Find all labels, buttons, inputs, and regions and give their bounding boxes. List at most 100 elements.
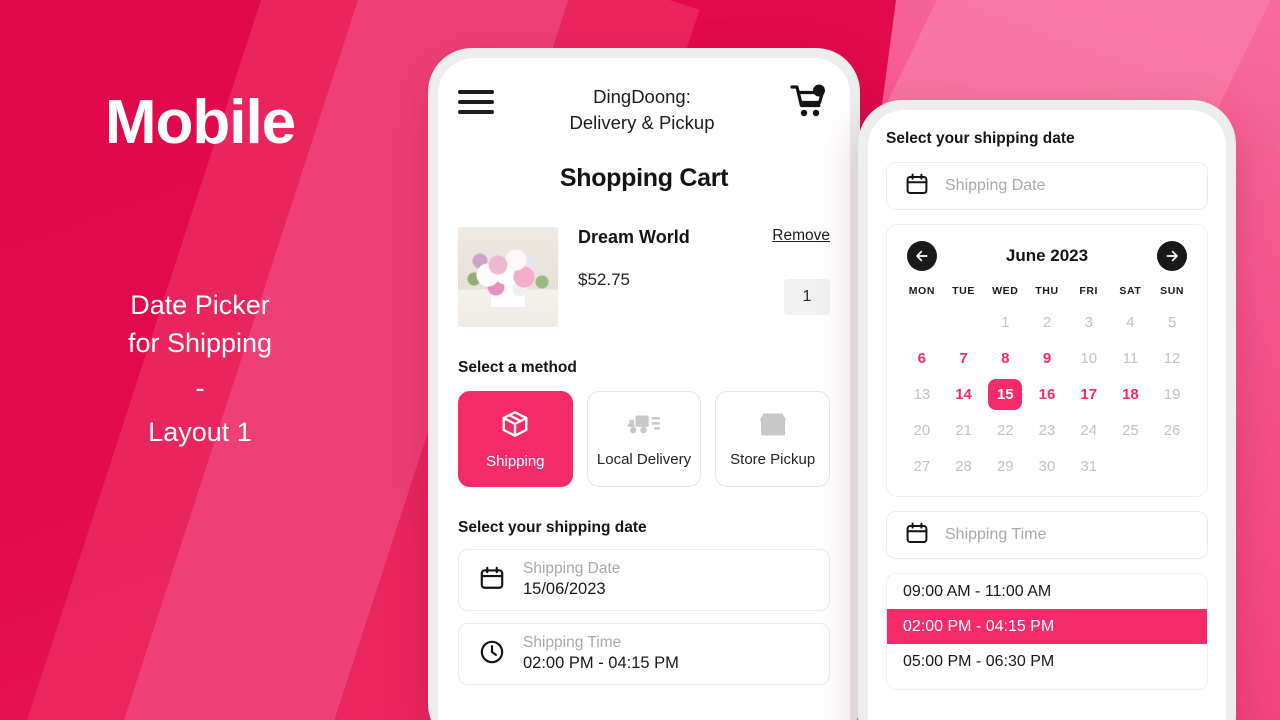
calendar-day-5: 5	[1167, 314, 1177, 331]
promo-subtitle-line-1: Date Picker	[130, 290, 270, 320]
shipping-time-placeholder: Shipping Time	[523, 634, 622, 652]
datepicker-time-field[interactable]: Shipping Time	[886, 511, 1208, 559]
calendar-day-8[interactable]: 8	[984, 343, 1026, 374]
calendar-weekday-thu: THU	[1035, 285, 1059, 297]
shipping-date-value: 15/06/2023	[523, 580, 606, 599]
datepicker-date-placeholder: Shipping Date	[945, 177, 1046, 194]
hamburger-icon[interactable]	[458, 80, 494, 120]
calendar-day-27: 27	[913, 458, 931, 475]
promo-panel: Mobile Date Picker for Shipping - Layout…	[0, 0, 400, 720]
shopping-cart-icon[interactable]	[790, 80, 830, 123]
calendar-day-3: 3	[1084, 314, 1093, 331]
phone-mockup-datepicker: Select your shipping date Shipping Date …	[858, 100, 1236, 720]
calendar-day-30: 30	[1038, 458, 1056, 475]
page-title: Shopping Cart	[559, 164, 729, 192]
product-name: Dream World	[578, 227, 690, 247]
remove-item-link[interactable]: Remove	[772, 227, 830, 244]
time-slot-list: 09:00 AM - 11:00 AM 02:00 PM - 04:15 PM 05…	[886, 573, 1208, 690]
clock-icon	[479, 639, 505, 670]
method-option-local-delivery[interactable]: Local Delivery	[586, 391, 702, 487]
delivery-truck-icon	[627, 411, 661, 441]
calendar-day-4: 4	[1126, 314, 1135, 331]
calendar-day-9[interactable]: 9	[1026, 343, 1068, 374]
calendar-day-13: 13	[913, 386, 931, 403]
app-brand-line-1: DingDoong:	[593, 86, 691, 107]
time-slot-list-padding	[887, 679, 1207, 689]
method-section-label: Select a method	[458, 359, 577, 376]
shipping-date-section-label: Select your shipping date	[458, 519, 647, 536]
calendar-icon	[905, 521, 929, 550]
promo-divider-dash: -	[195, 372, 205, 403]
time-slot-option-0[interactable]: 09:00 AM - 11:00 AM	[887, 574, 1207, 609]
package-box-icon	[500, 409, 530, 443]
product-thumbnail	[458, 227, 558, 327]
shipping-time-field[interactable]: Shipping Time 02:00 PM - 04:15 PM	[458, 623, 830, 685]
calendar-day-29: 29	[996, 458, 1014, 475]
method-option-shipping-label: Shipping	[486, 452, 545, 470]
calendar-day-31: 31	[1080, 458, 1098, 475]
calendar-day-14[interactable]: 14	[943, 379, 985, 410]
shipping-date-field[interactable]: Shipping Date 15/06/2023	[458, 549, 830, 611]
calendar-day-6[interactable]: 6	[901, 343, 943, 374]
time-slot-option-1[interactable]: 02:00 PM - 04:15 PM	[887, 609, 1207, 644]
calendar-day-22: 22	[996, 422, 1014, 439]
datepicker-date-field[interactable]: Shipping Date	[886, 162, 1208, 210]
calendar-day-18[interactable]: 18	[1110, 379, 1152, 410]
time-slot-option-2[interactable]: 05:00 PM - 06:30 PM	[887, 644, 1207, 679]
calendar-day-12: 12	[1163, 350, 1181, 367]
method-option-local-delivery-label: Local Delivery	[596, 450, 692, 468]
calendar-day-17[interactable]: 17	[1068, 379, 1110, 410]
arrow-right-icon[interactable]	[1156, 241, 1187, 271]
calendar-day-23: 23	[1038, 422, 1056, 439]
promo-title: Mobile	[104, 88, 296, 157]
calendar-day-25: 25	[1122, 422, 1139, 439]
calendar-day-16[interactable]: 16	[1026, 379, 1068, 410]
phone-mockup-cart: DingDoong: Delivery & Pickup Shopping Ca…	[428, 48, 860, 720]
datepicker-time-placeholder: Shipping Time	[945, 526, 1047, 543]
calendar-day-7[interactable]: 7	[943, 343, 985, 374]
calendar-header: June 2023	[901, 241, 1193, 271]
phone-a-screen: DingDoong: Delivery & Pickup Shopping Ca…	[438, 58, 850, 720]
promo-layout-label: Layout 1	[148, 416, 252, 447]
app-brand-title: DingDoong: Delivery & Pickup	[570, 80, 715, 137]
storefront-icon	[758, 411, 788, 441]
shipping-time-value: 02:00 PM - 04:15 PM	[523, 654, 679, 673]
phone-b-screen: Select your shipping date Shipping Date …	[868, 110, 1226, 720]
quantity-field[interactable]: 1	[784, 279, 830, 315]
calendar-weekday-sat: SAT	[1119, 285, 1142, 297]
calendar-day-26: 26	[1163, 422, 1181, 439]
method-option-store-pickup-label: Store Pickup	[730, 450, 816, 468]
calendar-month-title: June 2023	[1005, 246, 1089, 265]
calendar-day-19: 19	[1163, 386, 1181, 403]
arrow-left-icon[interactable]	[907, 241, 937, 271]
datepicker-heading: Select your shipping date	[886, 130, 1075, 147]
calendar-day-15[interactable]: 15	[984, 379, 1026, 410]
calendar-day-28: 28	[955, 458, 972, 475]
calendar-card: June 2023 MON TUE WED THU FRI SAT SUN 12345678…	[886, 224, 1208, 497]
calendar-day-21: 21	[955, 422, 972, 439]
calendar-weekday-row: MON TUE WED THU FRI SAT SUN	[901, 285, 1193, 297]
app-brand-line-2: Delivery & Pickup	[569, 112, 715, 134]
calendar-weekday-wed: WED	[992, 285, 1019, 297]
cart-line-item: Dream World $52.75 Remove 1	[458, 227, 830, 327]
calendar-day-11: 11	[1122, 350, 1139, 367]
calendar-weekday-fri: FRI	[1079, 285, 1099, 297]
calendar-weekday-mon: MON	[908, 285, 935, 297]
method-option-store-pickup[interactable]: Store Pickup	[715, 391, 831, 487]
product-price: $52.75	[578, 270, 630, 289]
promo-subtitle-line-2: for Shipping	[127, 328, 273, 359]
method-option-shipping[interactable]: Shipping	[458, 391, 573, 487]
calendar-weekday-sun: SUN	[1160, 285, 1185, 297]
shipping-date-placeholder: Shipping Date	[523, 560, 621, 578]
app-header: DingDoong: Delivery & Pickup	[458, 80, 830, 136]
calendar-day-24: 24	[1080, 422, 1098, 439]
calendar-weekday-tue: TUE	[952, 285, 975, 297]
method-options: Shipping Local Delivery Store Pickup	[458, 391, 831, 487]
calendar-day-1: 1	[1001, 314, 1010, 331]
calendar-day-grid: 1 2 3 4 5 6 7 8 9 10 11 12 13 14 15 16 17 18 19 20 21 22 23 24 2…	[901, 307, 1193, 482]
calendar-icon	[905, 172, 929, 201]
calendar-day-10: 10	[1080, 350, 1098, 367]
calendar-day-2: 2	[1042, 314, 1052, 331]
calendar-icon	[479, 565, 505, 596]
promo-subtitle: Date Picker for Shipping - Layout 1	[128, 286, 272, 451]
